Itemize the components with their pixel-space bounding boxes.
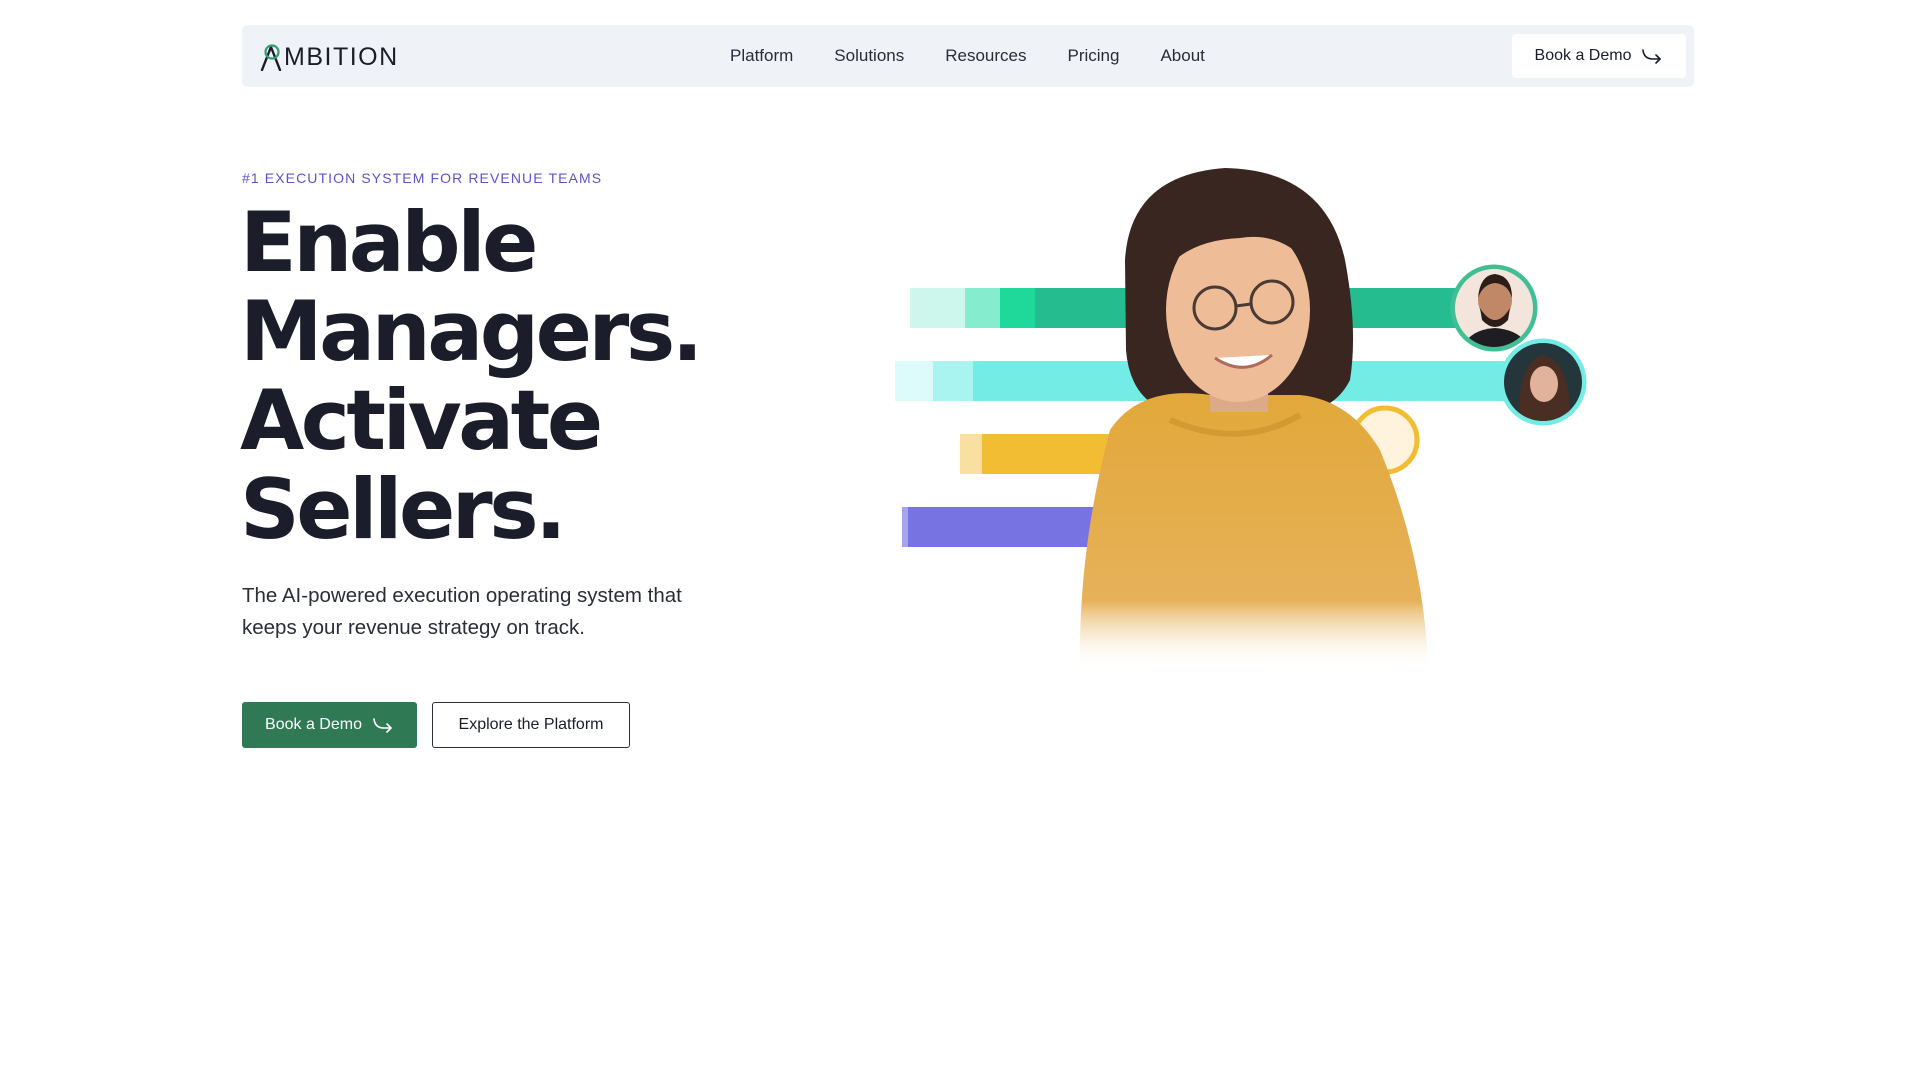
headline-line-3: Activate (240, 372, 603, 469)
hero-eyebrow: #1 EXECUTION SYSTEM FOR REVENUE TEAMS (242, 170, 603, 186)
bar-purple (902, 507, 1108, 547)
headline-line-1: Enable (240, 194, 538, 291)
nav-book-demo-label: Book a Demo (1534, 47, 1632, 64)
hero-subtext: The AI-powered execution operating syste… (242, 584, 682, 639)
nav-link-resources[interactable]: Resources (945, 46, 1026, 66)
logo-text: MBITION (284, 43, 399, 71)
nav-link-pricing[interactable]: Pricing (1068, 46, 1120, 66)
nav-link-platform[interactable]: Platform (730, 46, 793, 66)
ambition-logo-icon (260, 44, 282, 71)
headline-line-2: Managers. (240, 283, 703, 380)
nav-link-about[interactable]: About (1160, 46, 1204, 66)
hero-headline: Enable Managers. Activate Sellers. (240, 198, 840, 554)
explore-platform-button[interactable]: Explore the Platform (432, 702, 630, 748)
headline-line-4: Sellers. (240, 461, 567, 558)
avatar-woman (1499, 338, 1587, 426)
hero-book-demo-button[interactable]: Book a Demo (242, 702, 417, 748)
hero-book-demo-label: Book a Demo (265, 716, 362, 733)
curved-arrow-right-icon (1642, 49, 1662, 64)
top-navigation-bar: MBITION Platform Solutions Resources Pri… (242, 25, 1694, 87)
nav-book-demo-button[interactable]: Book a Demo (1512, 34, 1686, 78)
avatar-man (1450, 264, 1538, 352)
main-nav: Platform Solutions Resources Pricing Abo… (730, 25, 1246, 87)
ambition-logo[interactable]: MBITION (260, 42, 399, 72)
curved-arrow-right-icon (373, 718, 392, 733)
hero-illustration (895, 168, 1587, 670)
explore-platform-label: Explore the Platform (458, 716, 604, 733)
nav-link-solutions[interactable]: Solutions (834, 46, 904, 66)
